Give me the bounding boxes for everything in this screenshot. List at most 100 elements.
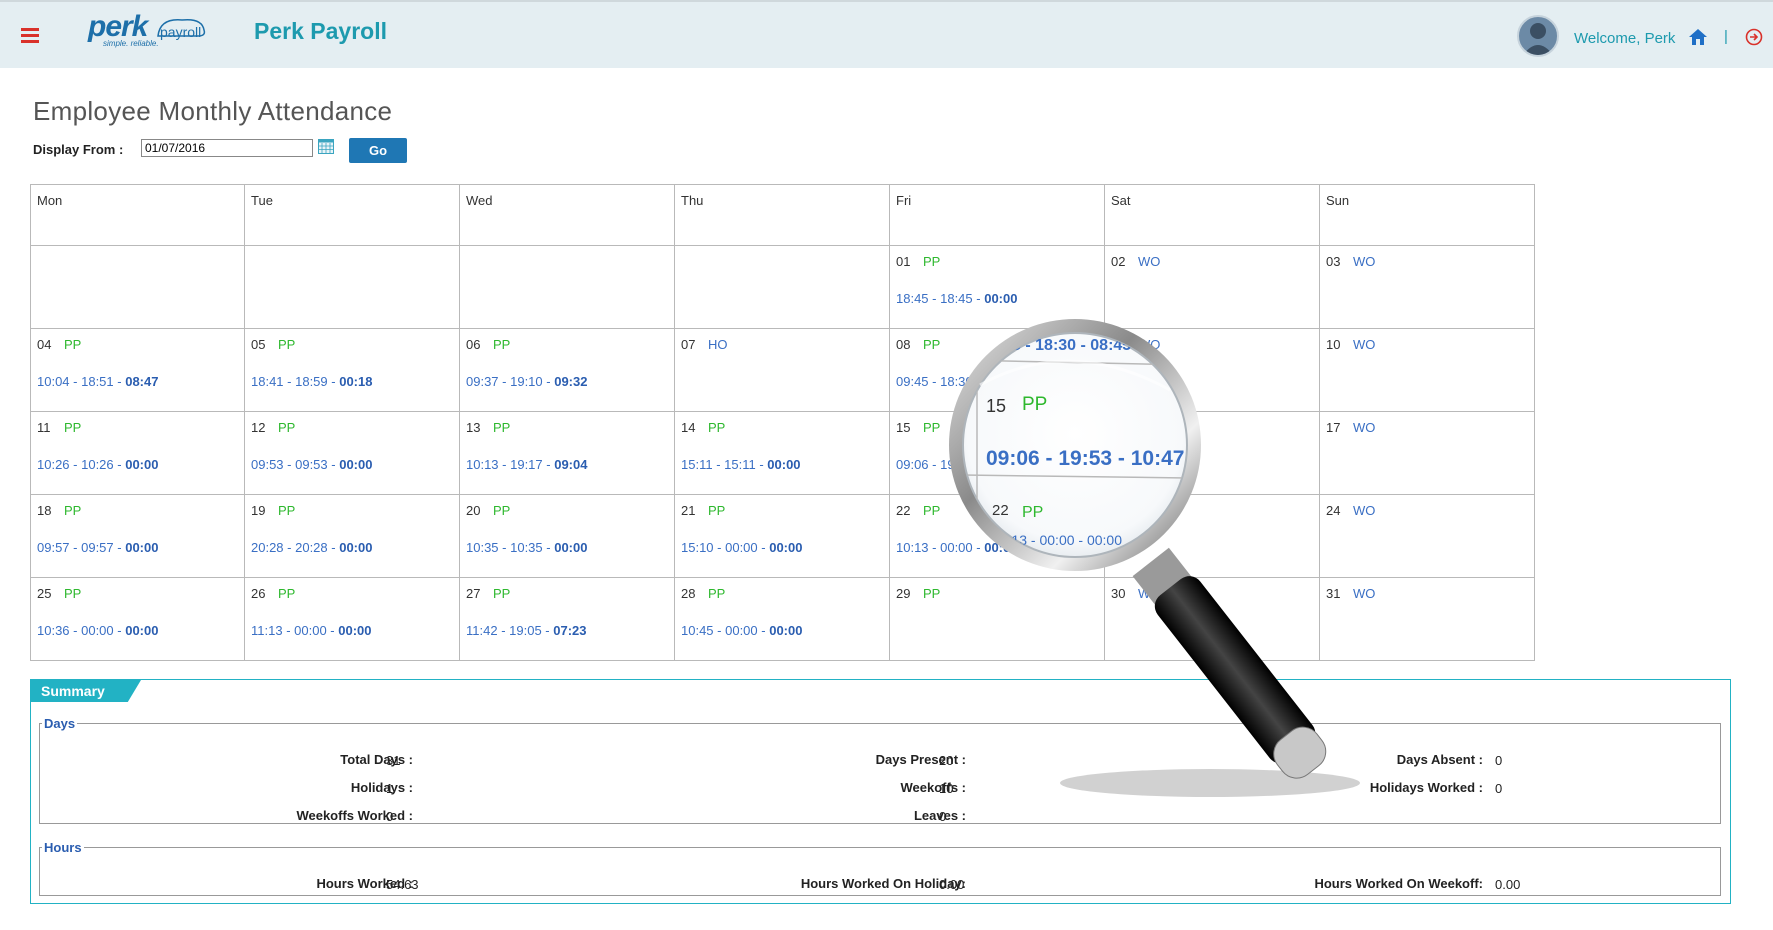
day-number: 06 xyxy=(466,337,481,352)
punch-times: 10:13 - 19:17 - 09:04 xyxy=(466,457,588,472)
day-header-cell: Thu xyxy=(674,184,890,246)
calendar-day-cell[interactable]: 07 HO xyxy=(674,328,890,412)
in-time: 09:45 xyxy=(896,374,929,389)
day-header-fri: Fri xyxy=(896,193,912,208)
out-time: 00:00 xyxy=(294,623,327,638)
display-from-input[interactable] xyxy=(141,139,313,157)
in-time: 09:57 xyxy=(37,540,70,555)
calendar-day-cell[interactable]: 11 PP 10:26 - 10:26 - 00:00 xyxy=(30,411,245,495)
day-header-mon: Mon xyxy=(37,193,63,208)
day-header-sun: Sun xyxy=(1326,193,1350,208)
logout-icon[interactable] xyxy=(1745,28,1763,46)
day-number: 11 xyxy=(37,420,51,435)
calendar-day-cell[interactable]: 20 PP 10:35 - 10:35 - 00:00 xyxy=(459,494,675,578)
hours-weekoff-value: 0.00 xyxy=(1495,877,1521,892)
day-header-cell: Sat xyxy=(1104,184,1320,246)
day-number: 29 xyxy=(896,586,911,601)
hours-fieldset: Hours Hours Worked : 54.63 Hours Worked … xyxy=(39,840,1721,896)
in-time: 10:13 xyxy=(466,457,499,472)
day-number: 27 xyxy=(466,586,481,601)
home-icon[interactable] xyxy=(1689,29,1707,45)
attendance-code: PP xyxy=(493,337,511,352)
calendar-empty-cell xyxy=(244,245,460,329)
calendar-icon[interactable] xyxy=(318,138,334,154)
day-number: 22 xyxy=(896,503,911,518)
in-time: 10:35 xyxy=(466,540,499,555)
worked-hours: 00:18 xyxy=(339,374,373,389)
day-header-cell: Wed xyxy=(459,184,675,246)
calendar-day-cell[interactable]: 05 PP 18:41 - 18:59 - 00:18 xyxy=(244,328,460,412)
day-number: 13 xyxy=(466,420,481,435)
in-time: 09:53 xyxy=(251,457,284,472)
punch-times: 10:26 - 10:26 - 00:00 xyxy=(37,457,159,472)
calendar-day-cell[interactable]: 13 PP 10:13 - 19:17 - 09:04 xyxy=(459,411,675,495)
calendar-day-cell[interactable]: 19 PP 20:28 - 20:28 - 00:00 xyxy=(244,494,460,578)
summary-panel: Summary Days Total Days : 31 Holidays : … xyxy=(30,679,1731,904)
weekoffs-worked-value: 0 xyxy=(386,809,394,824)
in-time: 11:42 xyxy=(466,623,498,638)
in-time: 09:06 xyxy=(896,457,929,472)
in-time: 10:36 xyxy=(37,623,70,638)
logo[interactable]: perk payroll simple. reliable. xyxy=(88,10,213,50)
attendance-code: PP xyxy=(493,420,511,435)
calendar-day-cell[interactable]: 25 PP 10:36 - 00:00 - 00:00 xyxy=(30,577,245,661)
days-legend: Days xyxy=(44,716,76,731)
worked-hours: 09:04 xyxy=(554,457,588,472)
out-time: 10:26 xyxy=(81,457,114,472)
attendance-code: PP xyxy=(708,420,726,435)
worked-hours: 00:00 xyxy=(338,623,372,638)
out-time: 18:45 xyxy=(940,291,973,306)
calendar-empty-cell xyxy=(459,245,675,329)
calendar-day-cell[interactable]: 14 PP 15:11 - 15:11 - 00:00 xyxy=(674,411,890,495)
day-number: 03 xyxy=(1326,254,1341,269)
day-header-sat: Sat xyxy=(1111,193,1131,208)
worked-hours: 00:00 xyxy=(769,540,803,555)
separator: | xyxy=(1724,28,1728,45)
menu-icon[interactable] xyxy=(21,28,39,46)
worked-hours: 00:00 xyxy=(125,540,159,555)
calendar-day-cell[interactable]: 26 PP 11:13 - 00:00 - 00:00 xyxy=(244,577,460,661)
out-time: 18:51 xyxy=(81,374,114,389)
out-time: 20:28 xyxy=(295,540,328,555)
magnified-row-bottom-day: 22 xyxy=(992,502,1009,519)
calendar-day-cell[interactable]: 06 PP 09:37 - 19:10 - 09:32 xyxy=(459,328,675,412)
in-time: 10:26 xyxy=(37,457,70,472)
punch-times: 11:13 - 00:00 - 00:00 xyxy=(251,623,372,638)
day-number: 05 xyxy=(251,337,266,352)
worked-hours: 00:00 xyxy=(125,457,159,472)
calendar-empty-cell xyxy=(30,245,245,329)
out-time: 00:00 xyxy=(725,540,758,555)
avatar[interactable] xyxy=(1517,15,1559,57)
calendar-day-cell[interactable]: 04 PP 10:04 - 18:51 - 08:47 xyxy=(30,328,245,412)
hours-weekoff-label: Hours Worked On Weekoff: xyxy=(1314,876,1483,891)
worked-hours: 00:00 xyxy=(769,623,803,638)
worked-hours: 00:00 xyxy=(554,540,588,555)
attendance-code: PP xyxy=(923,254,941,269)
in-time: 20:28 xyxy=(251,540,284,555)
go-button[interactable]: Go xyxy=(349,138,407,163)
day-header-tue: Tue xyxy=(251,193,273,208)
attendance-code: PP xyxy=(493,503,511,518)
punch-times: 09:57 - 09:57 - 00:00 xyxy=(37,540,159,555)
display-from-label: Display From : xyxy=(33,142,124,157)
attendance-code: PP xyxy=(64,420,82,435)
punch-times: 09:53 - 09:53 - 00:00 xyxy=(251,457,373,472)
worked-hours: 00:00 xyxy=(984,291,1018,306)
calendar-day-cell[interactable]: 28 PP 10:45 - 00:00 - 00:00 xyxy=(674,577,890,661)
leaves-value: 0 xyxy=(939,809,947,824)
calendar-day-cell[interactable]: 18 PP 09:57 - 09:57 - 00:00 xyxy=(30,494,245,578)
magnified-row-bottom-code: PP xyxy=(1022,504,1043,521)
calendar-header-row: Mon Tue Wed Thu Fri Sat Sun xyxy=(30,184,1535,246)
punch-times: 10:04 - 18:51 - 08:47 xyxy=(37,374,159,389)
calendar-empty-cell xyxy=(674,245,890,329)
out-time: 18:59 xyxy=(295,374,328,389)
in-time: 11:13 xyxy=(251,623,283,638)
calendar-day-cell[interactable]: 27 PP 11:42 - 19:05 - 07:23 xyxy=(459,577,675,661)
calendar-day-cell[interactable]: 12 PP 09:53 - 09:53 - 00:00 xyxy=(244,411,460,495)
welcome-text: Welcome, Perk xyxy=(1574,30,1676,47)
punch-times: 18:41 - 18:59 - 00:18 xyxy=(251,374,373,389)
calendar-day-cell[interactable]: 21 PP 15:10 - 00:00 - 00:00 xyxy=(674,494,890,578)
in-time: 15:11 xyxy=(681,457,713,472)
worked-hours: 00:00 xyxy=(339,457,373,472)
day-header-cell: Tue xyxy=(244,184,460,246)
